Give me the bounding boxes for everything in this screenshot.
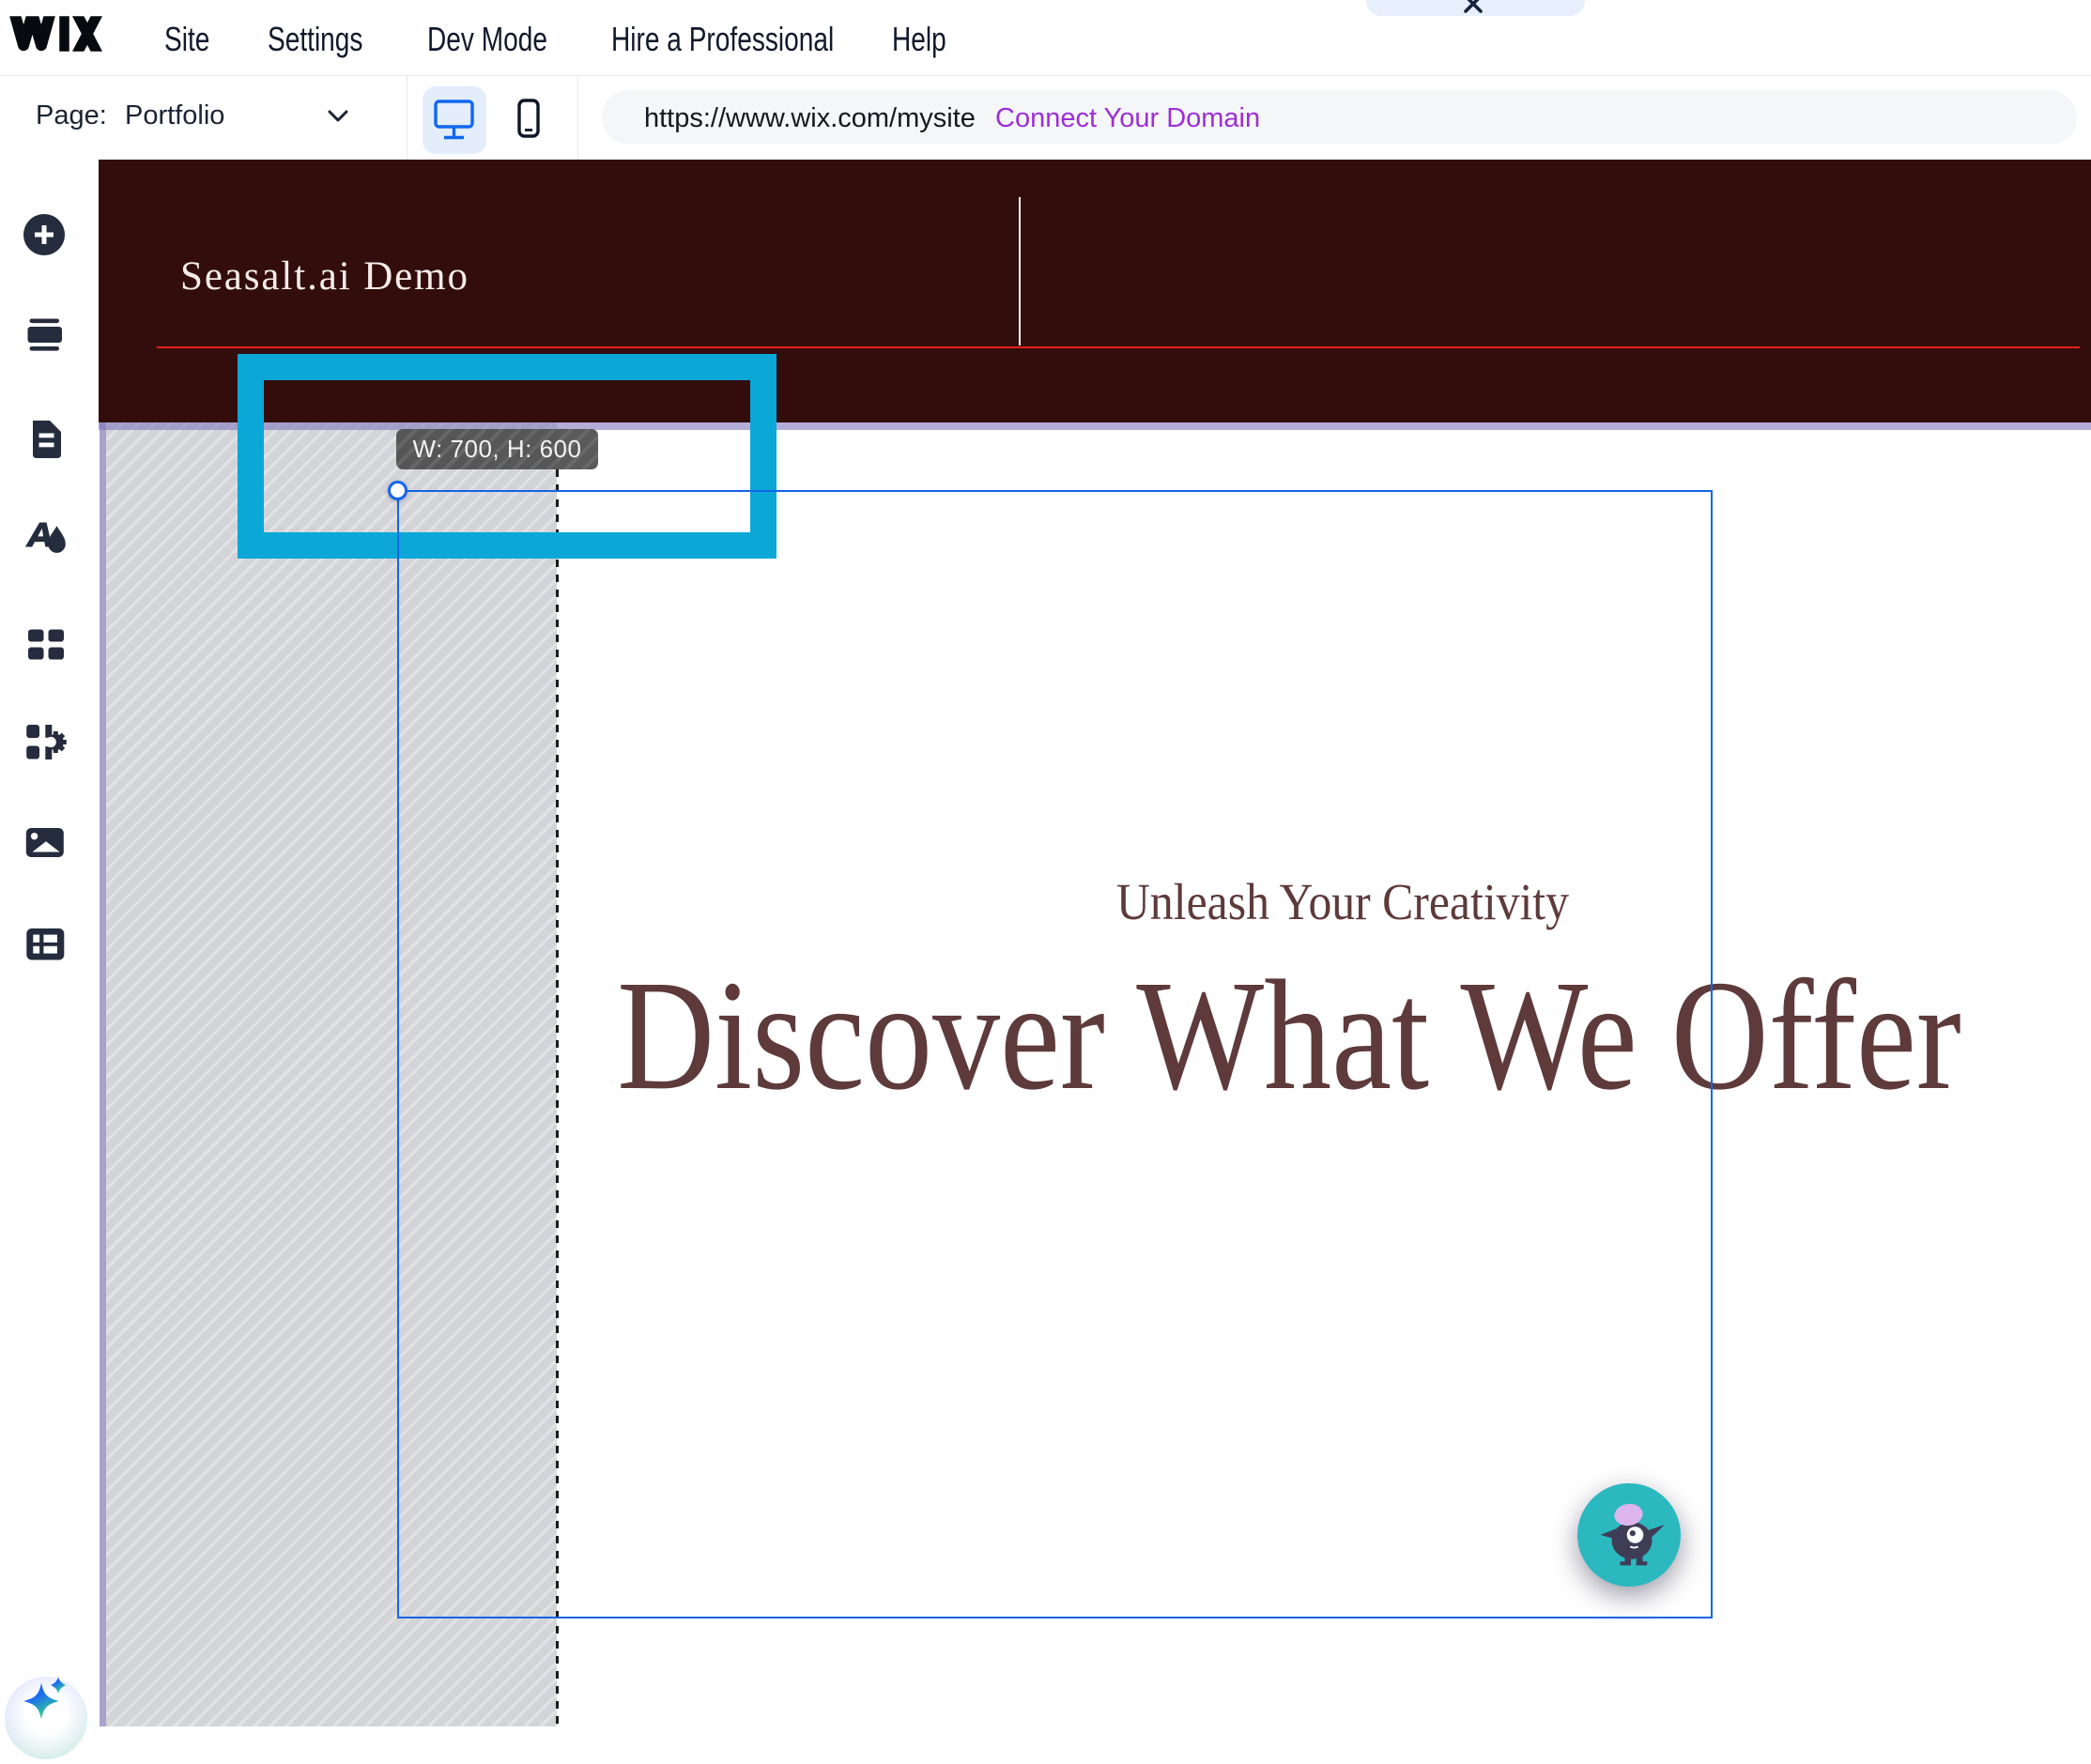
menu-hire-a-professional[interactable]: Hire a Professional bbox=[611, 20, 834, 59]
selection-resize-handle[interactable] bbox=[388, 481, 407, 500]
wix-logo-icon bbox=[9, 16, 103, 52]
chevron-down-icon[interactable] bbox=[328, 110, 348, 123]
header-accent-line bbox=[157, 346, 2080, 348]
media-icon[interactable] bbox=[23, 827, 65, 868]
chat-monster-icon bbox=[1600, 1503, 1665, 1566]
chat-widget-button[interactable] bbox=[1577, 1483, 1681, 1587]
desktop-icon bbox=[434, 100, 474, 140]
editor-toolbar: Page: Portfolio https://www.wix.com/mysi… bbox=[0, 76, 2091, 160]
add-section-icon[interactable] bbox=[23, 314, 65, 356]
connect-your-domain-link[interactable]: Connect Your Domain bbox=[995, 103, 1260, 134]
section-left-edge-indicator bbox=[100, 422, 106, 1726]
toolbar-separator bbox=[577, 76, 578, 160]
page-label: Page: bbox=[36, 100, 107, 130]
dismissed-popup bbox=[1366, 0, 1585, 16]
editor-left-sidebar bbox=[0, 160, 99, 1726]
menu-dev-mode[interactable]: Dev Mode bbox=[427, 20, 547, 59]
site-design-icon[interactable] bbox=[23, 521, 66, 562]
site-url-bar: https://www.wix.com/mysite Connect Your … bbox=[602, 90, 2077, 145]
site-url[interactable]: https://www.wix.com/mysite bbox=[644, 103, 976, 134]
add-elements-icon[interactable] bbox=[23, 214, 65, 255]
pages-icon[interactable] bbox=[23, 419, 65, 460]
size-tooltip: W: 700, H: 600 bbox=[396, 429, 598, 469]
add-apps-icon[interactable] bbox=[23, 621, 65, 663]
ai-sparkles-icon bbox=[23, 1677, 66, 1720]
selection-bounding-box[interactable] bbox=[397, 490, 1713, 1618]
app-market-icon[interactable] bbox=[23, 724, 67, 765]
menu-help[interactable]: Help bbox=[892, 20, 946, 59]
close-icon[interactable] bbox=[1366, 0, 1585, 16]
desktop-view-button[interactable] bbox=[423, 86, 486, 154]
ai-assistant-button[interactable] bbox=[5, 1677, 87, 1759]
top-menu-bar: WIX Site Settings Dev Mode Hire a Profes… bbox=[0, 0, 2091, 76]
menu-site[interactable]: Site bbox=[164, 20, 209, 59]
page-selector[interactable]: Portfolio bbox=[125, 100, 224, 131]
header-menu-divider bbox=[1019, 197, 1021, 345]
site-canvas: Seasalt.ai Demo Unleash Your Creativity … bbox=[99, 160, 2091, 1726]
menu-settings[interactable]: Settings bbox=[268, 20, 362, 59]
content-manager-icon[interactable] bbox=[23, 928, 65, 971]
mobile-view-button[interactable] bbox=[517, 99, 540, 138]
wix-logo[interactable]: WIX bbox=[0, 0, 113, 68]
site-title[interactable]: Seasalt.ai Demo bbox=[180, 253, 469, 299]
